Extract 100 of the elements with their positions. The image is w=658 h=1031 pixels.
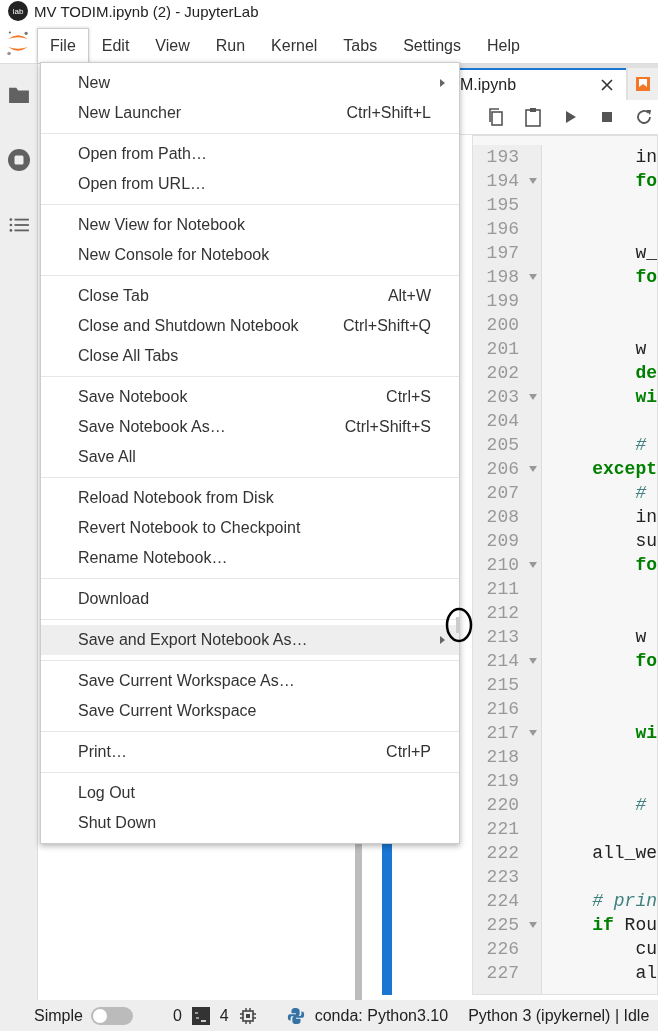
- fold-arrow-icon[interactable]: [529, 466, 537, 472]
- menu-item[interactable]: Tabs: [330, 28, 391, 63]
- line-number: 207: [485, 483, 519, 503]
- code-token: except: [591, 459, 657, 479]
- app-icon: lab: [8, 1, 28, 21]
- fold-arrow-icon[interactable]: [529, 394, 537, 400]
- menu-entry[interactable]: Save Notebook Ctrl+S: [41, 382, 459, 412]
- code-token: de: [634, 363, 657, 383]
- menu-entry[interactable]: Reload Notebook from Disk: [41, 483, 459, 513]
- kernel-status[interactable]: Python 3 (ipykernel) | Idle: [468, 1006, 650, 1025]
- notebook-tab[interactable]: [628, 68, 658, 100]
- menu-item[interactable]: Kernel: [258, 28, 331, 63]
- menu-entry[interactable]: Shut Down: [41, 808, 459, 838]
- menu-item[interactable]: Settings: [390, 28, 474, 63]
- line-number: 223: [485, 867, 519, 887]
- line-number: 212: [485, 603, 519, 623]
- chip-icon[interactable]: [238, 1006, 257, 1025]
- terminal-icon[interactable]: [191, 1006, 210, 1025]
- menu-entry[interactable]: Download: [41, 584, 459, 614]
- line-number: 201: [485, 339, 519, 359]
- line-number: 215: [485, 675, 519, 695]
- code-token: #: [634, 483, 647, 503]
- line-number: 206: [485, 459, 519, 479]
- menu-item[interactable]: File: [37, 28, 89, 63]
- menu-entry[interactable]: Save Current Workspace: [41, 696, 459, 726]
- code-token: w_: [634, 243, 657, 263]
- fold-arrow-icon[interactable]: [529, 922, 537, 928]
- mode-label: Simple: [34, 1006, 83, 1025]
- code-token: in: [634, 507, 657, 527]
- environment-label[interactable]: conda: Python3.10: [314, 1006, 449, 1025]
- code-token: w: [634, 339, 647, 359]
- close-icon[interactable]: [600, 78, 615, 92]
- code-token: wi: [634, 387, 657, 407]
- code-token: fo: [634, 171, 657, 191]
- folder-icon[interactable]: [7, 86, 30, 104]
- list-icon[interactable]: [7, 216, 30, 234]
- line-number: 202: [485, 363, 519, 383]
- menu-entry[interactable]: Close Tab Alt+W: [41, 281, 459, 311]
- line-number: 203: [485, 387, 519, 407]
- menu-entry[interactable]: Log Out: [41, 778, 459, 808]
- line-number: 218: [485, 747, 519, 767]
- code-token: #: [634, 435, 647, 455]
- code-token: al: [634, 963, 657, 983]
- line-number: 193: [485, 147, 519, 167]
- menu-item[interactable]: View: [142, 28, 203, 63]
- fold-arrow-icon[interactable]: [529, 178, 537, 184]
- code-token: cu: [634, 939, 657, 959]
- copy-icon[interactable]: [486, 107, 506, 127]
- menu-item[interactable]: Run: [202, 28, 259, 63]
- menu-entry[interactable]: Close and Shutdown Notebook Ctrl+Shift+Q: [41, 311, 459, 341]
- menu-entry[interactable]: Save Notebook As… Ctrl+Shift+S: [41, 412, 459, 442]
- kernel-count: 4: [219, 1006, 229, 1025]
- code-token: w: [634, 627, 647, 647]
- simple-mode-toggle[interactable]: [90, 1006, 133, 1025]
- menu-entry[interactable]: Save All: [41, 442, 459, 472]
- line-number: 227: [485, 963, 519, 983]
- menu-entry[interactable]: New Launcher Ctrl+Shift+L: [41, 98, 459, 128]
- menu-item[interactable]: Help: [473, 28, 533, 63]
- line-number: 205: [485, 435, 519, 455]
- stop-circle-icon[interactable]: [6, 148, 31, 172]
- menu-entry[interactable]: Save Current Workspace As…: [41, 666, 459, 696]
- menu-entry[interactable]: Close All Tabs: [41, 341, 459, 371]
- code-token: # prin: [591, 891, 657, 911]
- line-number: 213: [485, 627, 519, 647]
- menu-entry[interactable]: Open from Path…: [41, 139, 459, 169]
- code-token: fo: [634, 267, 657, 287]
- code-token: su: [634, 531, 657, 551]
- line-number: 221: [485, 819, 519, 839]
- menu-entry[interactable]: Revert Notebook to Checkpoint: [41, 513, 459, 543]
- code-token: in: [634, 147, 657, 167]
- menu-entry[interactable]: Save and Export Notebook As…: [41, 625, 459, 655]
- restart-icon[interactable]: [634, 107, 654, 127]
- menu-entry[interactable]: Print… Ctrl+P: [41, 737, 459, 767]
- fold-arrow-icon[interactable]: [529, 730, 537, 736]
- menu-entry[interactable]: New View for Notebook: [41, 210, 459, 240]
- terminal-count: 0: [172, 1006, 182, 1025]
- line-number: 214: [485, 651, 519, 671]
- fold-arrow-icon[interactable]: [529, 658, 537, 664]
- line-number: 211: [485, 579, 519, 599]
- line-number: 200: [485, 315, 519, 335]
- line-number: 210: [485, 555, 519, 575]
- menu-item[interactable]: Edit: [88, 28, 143, 63]
- line-number: 199: [485, 291, 519, 311]
- code-token: Rou: [623, 915, 657, 935]
- menu-entry[interactable]: Rename Notebook…: [41, 543, 459, 573]
- code-token: #: [634, 795, 647, 815]
- fold-arrow-icon[interactable]: [529, 562, 537, 568]
- code-token: wi: [634, 723, 657, 743]
- fold-arrow-icon[interactable]: [529, 274, 537, 280]
- line-number: 198: [485, 267, 519, 287]
- menu-entry[interactable]: New Console for Notebook: [41, 240, 459, 270]
- code-token: all_we: [591, 843, 657, 863]
- paste-icon[interactable]: [523, 107, 543, 127]
- line-number: 216: [485, 699, 519, 719]
- line-number: 197: [485, 243, 519, 263]
- notebook-file-icon: [635, 76, 652, 92]
- line-number: 222: [485, 843, 519, 863]
- line-number: 209: [485, 531, 519, 551]
- line-number: 208: [485, 507, 519, 527]
- menu-entry[interactable]: Open from URL…: [41, 169, 459, 199]
